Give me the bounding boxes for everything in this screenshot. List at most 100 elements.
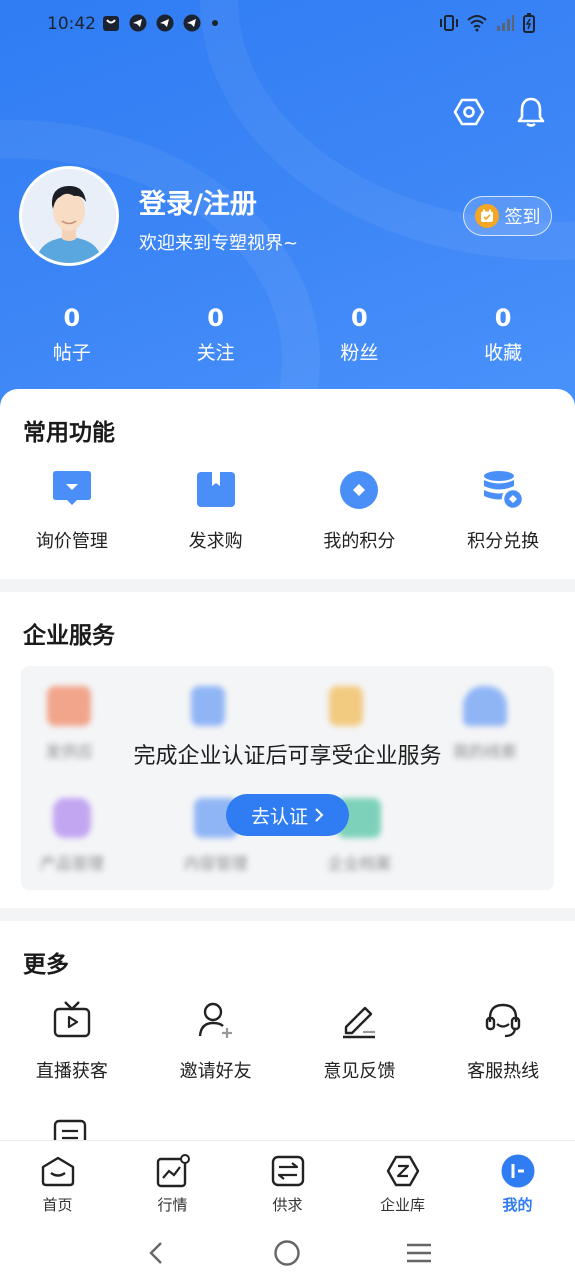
verify-button[interactable]: 去认证	[226, 794, 349, 836]
decorative-arc	[0, 120, 320, 410]
login-register-link[interactable]: 登录/注册	[139, 182, 257, 221]
tab-label: 供求	[272, 1196, 303, 1214]
section-title: 更多	[23, 952, 69, 978]
stat-value: 0	[351, 304, 368, 332]
vibrate-icon	[440, 15, 458, 31]
settings-hexagon-icon	[453, 98, 485, 126]
grid-label: 我的积分	[323, 531, 396, 552]
tab-profile[interactable]: 我的	[460, 1141, 575, 1225]
more-card: 更多 直播获客 邀请好友 意见反馈 客服热线	[0, 921, 575, 1151]
sign-in-button[interactable]: 签到	[463, 196, 552, 236]
note-icon	[329, 686, 364, 726]
calendar-check-icon	[474, 204, 499, 228]
feedback-edit-icon	[336, 997, 382, 1043]
market-chart-icon	[155, 1153, 191, 1189]
purchase-request-icon	[193, 467, 239, 513]
menu-icon	[407, 1243, 432, 1262]
inquiry-management-item[interactable]: 询价管理	[0, 467, 144, 553]
home-icon	[40, 1153, 76, 1189]
stat-posts[interactable]: 0 帖子	[0, 302, 144, 365]
shopping-bag-icon	[103, 16, 119, 31]
headset-icon	[480, 997, 526, 1043]
invite-user-icon	[193, 997, 239, 1043]
enterprise-library-icon	[385, 1153, 421, 1189]
live-tv-icon	[49, 997, 95, 1043]
more-grid: 直播获客 邀请好友 意见反馈 客服热线	[0, 997, 575, 1083]
section-title: 企业服务	[23, 623, 115, 649]
tab-label: 企业库	[379, 1196, 425, 1214]
notification-button[interactable]	[515, 96, 547, 128]
notification-icons	[102, 14, 220, 32]
welcome-text: 欢迎来到专塑视界~	[139, 233, 299, 254]
my-points-item[interactable]: 我的积分	[288, 467, 432, 553]
tab-enterprise-library[interactable]: 企业库	[345, 1141, 460, 1225]
telegram-icon	[129, 14, 147, 32]
battery-icon	[523, 13, 535, 33]
tab-label: 首页	[42, 1196, 73, 1214]
status-time: 10:42	[47, 14, 96, 34]
customer-service-item[interactable]: 客服热线	[431, 997, 575, 1083]
invite-friends-item[interactable]: 邀请好友	[144, 997, 288, 1083]
grid-label: 客服热线	[467, 1061, 540, 1082]
enterprise-label: 产品管理	[39, 854, 104, 873]
enterprise-item-products: 产品管理	[21, 798, 144, 874]
sign-in-label: 签到	[504, 207, 541, 228]
grid-label: 积分兑换	[467, 531, 540, 552]
supply-icon	[47, 686, 92, 726]
settings-button[interactable]	[453, 96, 485, 128]
dot-icon	[212, 20, 218, 26]
points-exchange-item[interactable]: 积分兑换	[431, 467, 575, 553]
tab-label: 行情	[157, 1196, 188, 1214]
recents-button[interactable]	[399, 1233, 439, 1273]
common-functions-card: 常用功能 询价管理 发求购 我的积分 积分兑换	[0, 389, 575, 579]
purchase-request-item[interactable]: 发求购	[144, 467, 288, 553]
avatar[interactable]	[19, 166, 119, 266]
verification-prompt: 完成企业认证后可享受企业服务	[133, 744, 442, 769]
verify-label: 去认证	[250, 805, 308, 828]
stat-value: 0	[207, 304, 224, 332]
stat-label: 粉丝	[340, 342, 379, 364]
stat-value: 0	[63, 304, 81, 332]
document-icon	[190, 686, 225, 726]
user-icon	[462, 686, 507, 726]
back-chevron-icon	[149, 1241, 162, 1264]
stat-favorites[interactable]: 0 收藏	[431, 302, 575, 365]
tab-label: 我的	[502, 1196, 533, 1214]
wifi-icon	[467, 15, 487, 32]
enterprise-label: 企业档案	[327, 854, 392, 873]
tab-home[interactable]: 首页	[0, 1141, 115, 1225]
telegram-icon	[183, 14, 201, 32]
system-icons	[439, 13, 535, 33]
telegram-icon	[156, 14, 174, 32]
feedback-item[interactable]: 意见反馈	[288, 997, 432, 1083]
grid-label: 直播获客	[35, 1061, 108, 1082]
signal-icon	[497, 15, 514, 31]
status-bar: 10:42	[0, 0, 575, 48]
live-streaming-item[interactable]: 直播获客	[0, 997, 144, 1083]
inquiry-icon	[49, 467, 95, 513]
stat-following[interactable]: 0 关注	[144, 302, 288, 365]
stat-label: 收藏	[484, 342, 523, 364]
stat-label: 关注	[196, 342, 235, 364]
header-actions	[453, 96, 547, 128]
default-avatar-image	[22, 169, 116, 263]
points-icon	[336, 467, 382, 513]
circle-home-icon	[274, 1239, 301, 1266]
profile-stats: 0 帖子 0 关注 0 粉丝 0 收藏	[0, 302, 575, 365]
product-icon	[52, 798, 91, 838]
stat-followers[interactable]: 0 粉丝	[288, 302, 432, 365]
home-nav-button[interactable]	[267, 1233, 307, 1273]
grid-label: 询价管理	[35, 531, 108, 552]
tab-supply-demand[interactable]: 供求	[230, 1141, 345, 1225]
section-title: 常用功能	[23, 420, 115, 446]
grid-label: 意见反馈	[323, 1061, 396, 1082]
stat-value: 0	[494, 304, 512, 332]
bottom-tab-bar: 首页 行情 供求 企业库 我的	[0, 1140, 575, 1225]
common-functions-grid: 询价管理 发求购 我的积分 积分兑换	[0, 467, 575, 553]
enterprise-locked-panel: 发供应 我的线索 产品管理 内容管理 企业档案 完成企业认证后可享受企业服务 去…	[21, 666, 554, 890]
tab-market[interactable]: 行情	[115, 1141, 230, 1225]
grid-label: 发求购	[188, 531, 243, 552]
bell-icon	[517, 97, 545, 127]
back-button[interactable]	[136, 1233, 176, 1273]
points-exchange-icon	[480, 467, 526, 513]
